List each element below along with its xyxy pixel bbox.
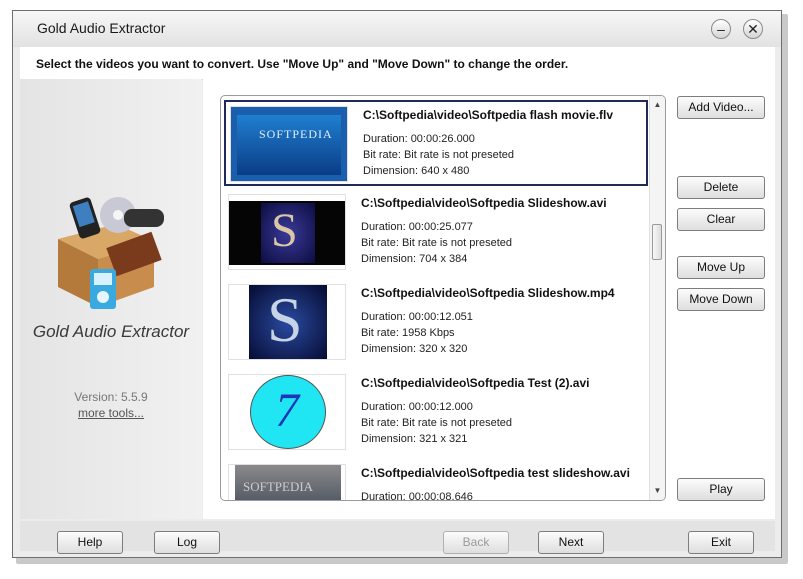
video-thumbnail: SOFTPEDIA [228, 464, 346, 500]
list-item[interactable]: 7 C:\Softpedia\video\Softpedia Test (2).… [224, 370, 648, 456]
title-bar: Gold Audio Extractor – ✕ [13, 11, 781, 47]
video-path: C:\Softpedia\video\Softpedia Test (2).av… [361, 376, 590, 390]
video-path: C:\Softpedia\video\Softpedia test slides… [361, 466, 630, 480]
app-window: Gold Audio Extractor – ✕ Select the vide… [12, 10, 782, 558]
video-dimension: Dimension: 640 x 480 [363, 165, 470, 177]
sidebar: Gold Audio Extractor Version: 5.5.9 more… [20, 79, 202, 519]
delete-button[interactable]: Delete [677, 176, 765, 199]
main-panel: SOFTPEDIA C:\Softpedia\video\Softpedia f… [203, 79, 775, 519]
video-path: C:\Softpedia\video\Softpedia Slideshow.m… [361, 286, 615, 300]
video-dimension: Dimension: 704 x 384 [361, 253, 468, 265]
video-thumbnail: S [228, 284, 346, 360]
video-duration: Duration: 00:00:25.077 [361, 221, 473, 233]
list-scrollbar[interactable]: ▲ ▼ [649, 96, 665, 500]
clear-button[interactable]: Clear [677, 208, 765, 231]
video-bitrate: Bit rate: Bit rate is not preseted [363, 149, 515, 161]
list-item[interactable]: SOFTPEDIA C:\Softpedia\video\Softpedia t… [224, 460, 648, 501]
video-duration: Duration: 00:00:12.051 [361, 311, 473, 323]
video-path: C:\Softpedia\video\Softpedia Slideshow.a… [361, 196, 607, 210]
instruction-text: Select the videos you want to convert. U… [36, 57, 569, 71]
video-duration: Duration: 00:00:26.000 [363, 133, 475, 145]
video-duration: Duration: 00:00:12.000 [361, 401, 473, 413]
exit-button[interactable]: Exit [688, 531, 754, 554]
app-name: Gold Audio Extractor [32, 322, 190, 341]
video-bitrate: Bit rate: 1958 Kbps [361, 327, 455, 339]
window-title: Gold Audio Extractor [37, 20, 166, 36]
minimize-icon[interactable]: – [711, 19, 731, 39]
more-tools-link[interactable]: more tools... [20, 406, 202, 420]
instruction-bar: Select the videos you want to convert. U… [20, 47, 775, 80]
log-button[interactable]: Log [154, 531, 220, 554]
video-thumbnail: SOFTPEDIA [230, 106, 348, 182]
play-button[interactable]: Play [677, 478, 765, 501]
back-button[interactable]: Back [443, 531, 509, 554]
video-bitrate: Bit rate: Bit rate is not preseted [361, 417, 513, 429]
close-icon[interactable]: ✕ [743, 19, 763, 39]
video-list[interactable]: SOFTPEDIA C:\Softpedia\video\Softpedia f… [220, 95, 666, 501]
video-dimension: Dimension: 320 x 320 [361, 343, 468, 355]
video-thumbnail: 7 [228, 374, 346, 450]
video-path: C:\Softpedia\video\Softpedia flash movie… [363, 108, 614, 122]
video-bitrate: Bit rate: Bit rate is not preseted [361, 237, 513, 249]
bottom-bar: Help Log Back Next Exit [20, 521, 775, 554]
list-item[interactable]: S C:\Softpedia\video\Softpedia Slideshow… [224, 280, 648, 366]
video-duration: Duration: 00:00:08.646 [361, 491, 473, 501]
move-down-button[interactable]: Move Down [677, 288, 765, 311]
scroll-up-icon[interactable]: ▲ [650, 98, 665, 112]
scroll-down-icon[interactable]: ▼ [650, 484, 665, 498]
video-dimension: Dimension: 321 x 321 [361, 433, 468, 445]
video-thumbnail: S [228, 194, 346, 270]
version-label: Version: 5.5.9 [74, 390, 148, 404]
help-button[interactable]: Help [57, 531, 123, 554]
next-button[interactable]: Next [538, 531, 604, 554]
move-up-button[interactable]: Move Up [677, 256, 765, 279]
list-item[interactable]: SOFTPEDIA C:\Softpedia\video\Softpedia f… [224, 100, 648, 186]
add-video-button[interactable]: Add Video... [677, 96, 765, 119]
scrollbar-thumb[interactable] [652, 224, 662, 260]
list-item[interactable]: S C:\Softpedia\video\Softpedia Slideshow… [224, 190, 648, 276]
app-logo-icon [58, 197, 164, 309]
